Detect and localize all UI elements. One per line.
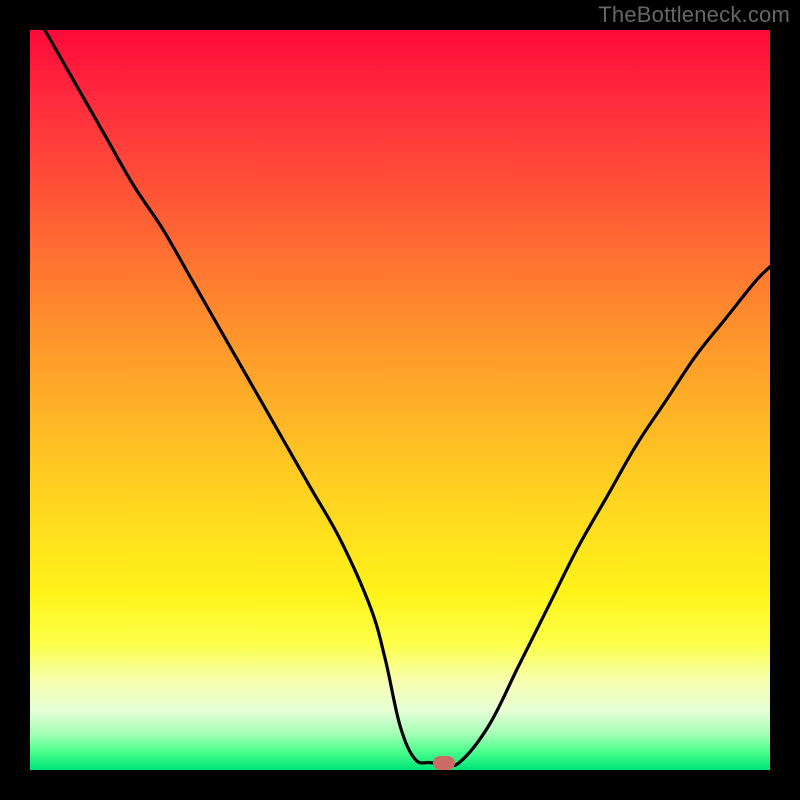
chart-frame: TheBottleneck.com bbox=[0, 0, 800, 800]
optimal-point-marker bbox=[433, 756, 455, 770]
watermark-text: TheBottleneck.com bbox=[598, 2, 790, 28]
plot-area bbox=[30, 30, 770, 770]
bottleneck-curve bbox=[30, 30, 770, 770]
